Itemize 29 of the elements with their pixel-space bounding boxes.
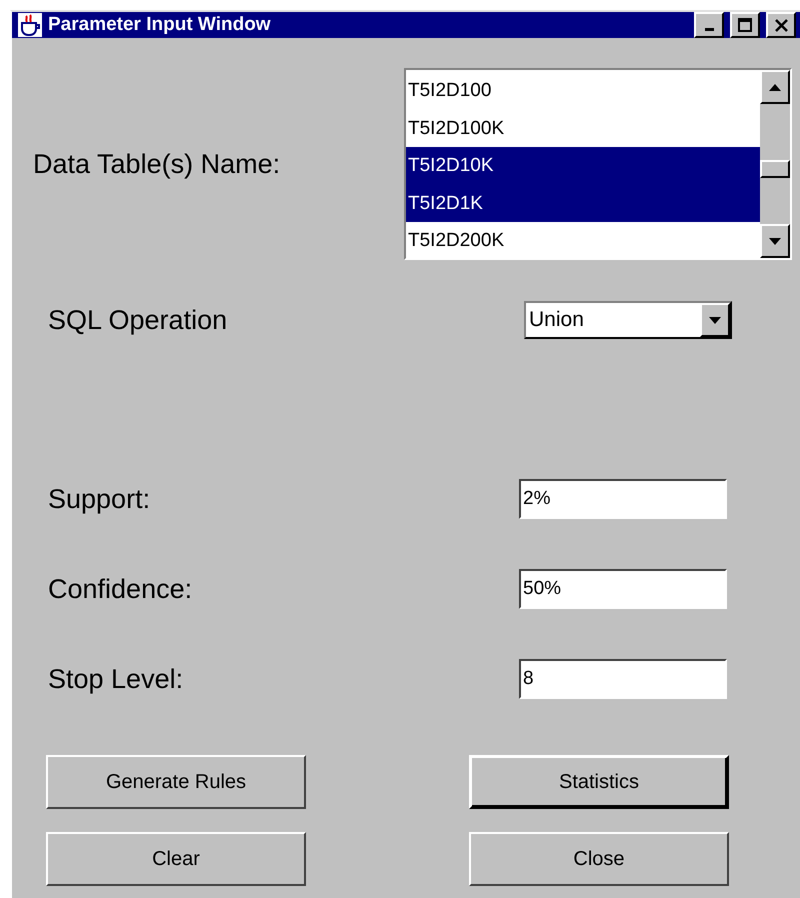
field-label: Confidence: [48,574,192,604]
field-label: Support: [48,484,150,514]
input-field[interactable]: 2% [519,479,727,519]
window-title: Parameter Input Window [48,14,272,36]
action-button[interactable]: Clear [46,832,306,886]
field-label: SQL Operation [48,304,228,336]
field-label: Stop Level: [48,664,184,694]
minimize-button[interactable] [694,12,724,38]
caret-icon [709,316,721,324]
maximize-button[interactable] [730,12,760,38]
field-label: Data Table(s) Name: [33,148,280,180]
minimize-icon [704,28,714,31]
action-button[interactable]: Close [469,832,729,886]
action-button[interactable]: Statistics [469,755,729,809]
input-field[interactable]: 50% [519,569,727,609]
input-field[interactable]: 8 [519,659,727,699]
list-item[interactable]: T5I2D1K [406,184,760,222]
operation-dropdown[interactable]: Union [524,301,732,339]
maximize-icon [738,18,752,32]
action-button[interactable]: Generate Rules [46,755,306,809]
scrollbar[interactable] [760,70,790,258]
scroll-thumb[interactable] [760,160,790,178]
up-arrow-icon [769,84,781,90]
list-item[interactable]: T5I2D10K [406,147,760,184]
close-icon [774,18,788,32]
scroll-up-button[interactable] [760,70,790,104]
scroll-down-button[interactable] [760,224,790,258]
close-button[interactable] [766,12,796,38]
caret-icon [769,238,781,244]
